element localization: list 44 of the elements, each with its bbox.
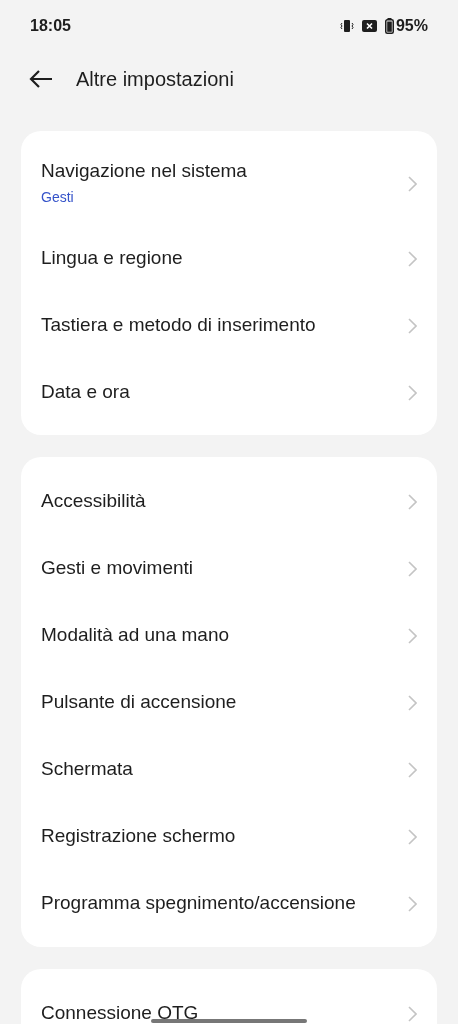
item-title: Connessione OTG: [41, 1002, 199, 1024]
settings-item[interactable]: Schermata: [21, 736, 437, 803]
settings-item[interactable]: Accessibilità: [21, 468, 437, 535]
chevron-icon: [408, 1005, 417, 1022]
battery-percentage: 95%: [395, 16, 428, 36]
battery-icon: [384, 18, 394, 34]
chevron-icon: [408, 317, 417, 334]
chevron-icon: [408, 384, 417, 401]
settings-item[interactable]: Programma spegnimento/accensione: [21, 870, 437, 937]
page-title: Altre impostazioni: [76, 67, 234, 92]
item-title: Modalità ad una mano: [41, 624, 229, 647]
item-title: Schermata: [41, 758, 133, 781]
settings-item[interactable]: Pulsante di accensione: [21, 669, 437, 736]
item-title: Programma spegnimento/accensione: [41, 892, 356, 915]
back-button[interactable]: [28, 69, 54, 89]
item-title: Accessibilità: [41, 490, 146, 513]
item-title: Tastiera e metodo di inserimento: [41, 314, 316, 337]
settings-item[interactable]: Connessione OTG: [21, 980, 437, 1024]
chevron-icon: [408, 694, 417, 711]
chevron-icon: [408, 627, 417, 644]
chevron-icon: [408, 250, 417, 267]
settings-item[interactable]: Tastiera e metodo di inserimento: [21, 292, 437, 359]
chevron-icon: [408, 761, 417, 778]
settings-item[interactable]: Navigazione nel sistema Gesti: [21, 143, 437, 225]
settings-item[interactable]: Gesti e movimenti: [21, 535, 437, 602]
item-title: Navigazione nel sistema: [41, 160, 247, 183]
item-title: Gesti e movimenti: [41, 557, 194, 580]
item-title: Registrazione schermo: [41, 825, 236, 848]
chevron-icon: [408, 560, 417, 577]
chevron-icon: [408, 493, 417, 510]
item-title: Pulsante di accensione: [41, 691, 237, 714]
settings-item[interactable]: Modalità ad una mano: [21, 602, 437, 669]
vibrate-icon: [339, 19, 354, 33]
item-title: Lingua e regione: [41, 247, 183, 270]
settings-item[interactable]: Data e ora: [21, 359, 437, 426]
clock-time: 18:05: [30, 16, 71, 36]
sim-icon: [361, 20, 377, 32]
item-title: Data e ora: [41, 381, 130, 404]
settings-item[interactable]: Registrazione schermo: [21, 803, 437, 870]
chevron-icon: [408, 176, 417, 192]
item-value: Gesti: [41, 187, 75, 207]
chevron-icon: [408, 828, 417, 845]
settings-item[interactable]: Lingua e regione: [21, 225, 437, 292]
chevron-icon: [408, 895, 417, 912]
